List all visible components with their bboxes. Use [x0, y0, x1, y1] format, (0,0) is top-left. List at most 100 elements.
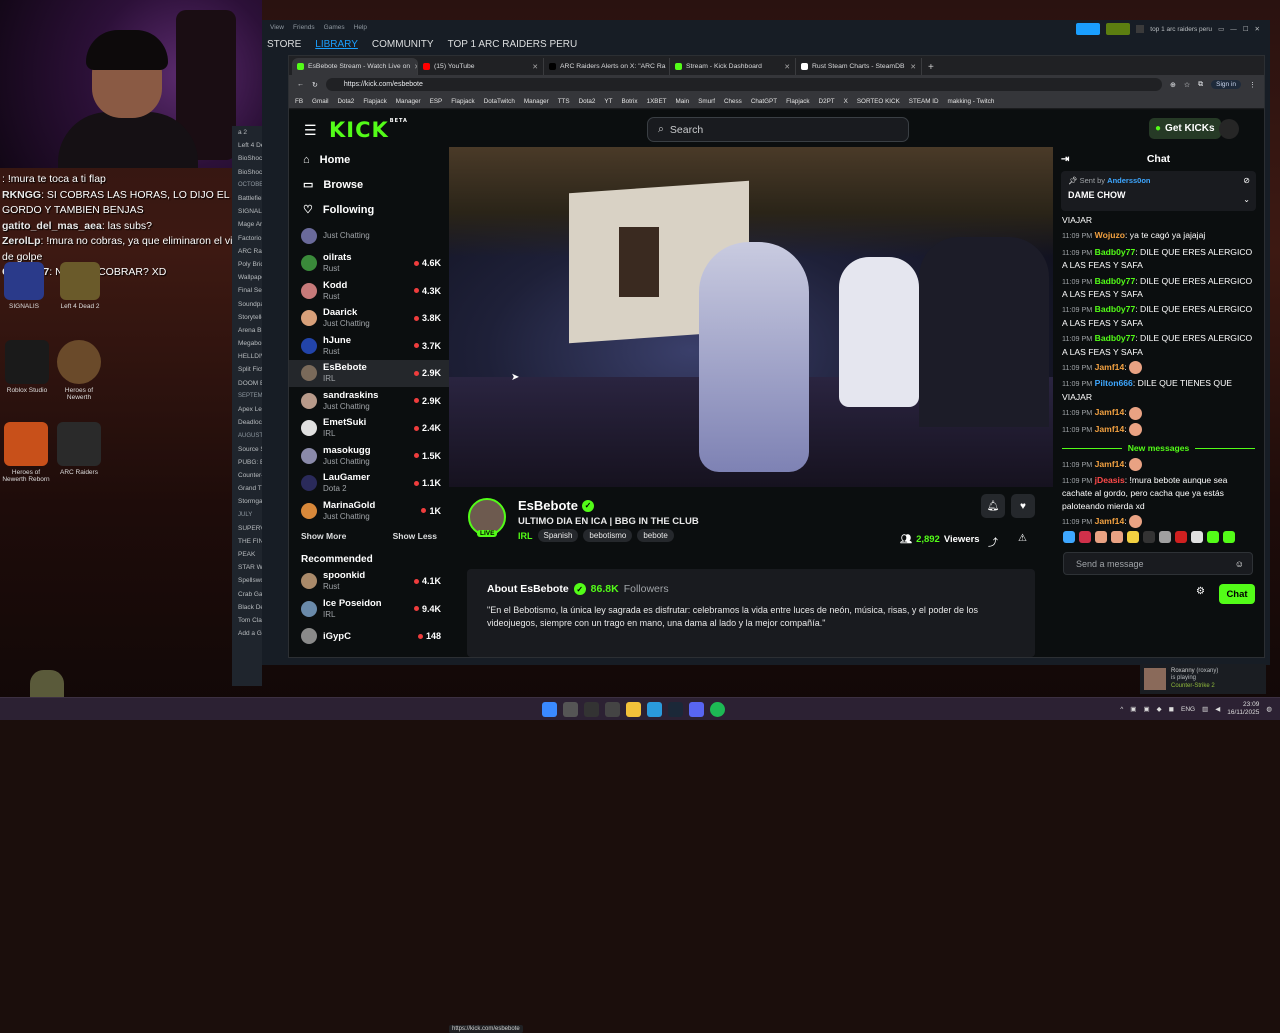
steam-min-icon[interactable]: —	[1230, 26, 1237, 33]
hamburger-menu-icon[interactable]: ☰	[304, 122, 317, 139]
message-username[interactable]: Jamf14	[1095, 424, 1125, 434]
library-game-item[interactable]: Split Fiction	[232, 363, 262, 376]
bookmark-item[interactable]: SORTEO KICK	[857, 98, 900, 105]
sidebar-channel[interactable]: DaarickJust Chatting3.8K	[289, 305, 449, 333]
chat-message[interactable]: 11:09 PM Jamf14:	[1062, 361, 1255, 374]
sidebar-channel[interactable]: EmetSukiIRL2.4K	[289, 415, 449, 443]
obs-icon[interactable]	[584, 702, 599, 717]
library-game-item[interactable]: Deadlock	[232, 416, 262, 429]
steam-notification-button[interactable]	[1106, 23, 1130, 35]
library-game-item[interactable]: Left 4 Dead 2	[232, 139, 262, 152]
stream-category[interactable]: IRL	[518, 531, 533, 541]
emote-icon[interactable]	[1191, 531, 1203, 543]
emote-icon[interactable]	[1159, 531, 1171, 543]
bookmark-item[interactable]: Manager	[524, 98, 549, 105]
report-icon[interactable]: ⚠	[1018, 533, 1027, 544]
show-less-button[interactable]: Show Less	[393, 531, 437, 541]
bookmark-item[interactable]: Dota2	[579, 98, 596, 105]
emote-icon[interactable]	[1127, 531, 1139, 543]
desktop-icon-roblox-studio[interactable]: Roblox Studio	[3, 340, 51, 394]
discord-icon[interactable]	[689, 702, 704, 717]
file-explorer-icon[interactable]	[626, 702, 641, 717]
bookmark-item[interactable]: Botrix	[621, 98, 637, 105]
library-game-item[interactable]: Storyteller	[232, 311, 262, 324]
chat-message[interactable]: 11:09 PM Pilton666: DILE QUE TIENES QUE …	[1062, 377, 1255, 403]
steam-user-label[interactable]: top 1 arc raiders peru	[1150, 26, 1212, 33]
emote-icon[interactable]	[1079, 531, 1091, 543]
message-username[interactable]: Wojuzo	[1095, 230, 1125, 240]
sidebar-channel[interactable]: oilratsRust4.6K	[289, 250, 449, 278]
library-game-item[interactable]: Apex Legen	[232, 403, 262, 416]
show-more-button[interactable]: Show More	[301, 531, 346, 541]
message-username[interactable]: Jamf14	[1095, 407, 1125, 417]
library-game-item[interactable]: Poly Bridge	[232, 258, 262, 271]
sidebar-channel[interactable]: masokuggJust Chatting1.5K	[289, 442, 449, 470]
steam-menu-games[interactable]: Games	[324, 24, 345, 31]
chevron-down-icon[interactable]: ⌄	[1243, 195, 1250, 204]
sign-in-button[interactable]: Sign in	[1211, 80, 1241, 89]
collapse-chat-icon[interactable]: ⇥	[1061, 154, 1069, 165]
bookmark-item[interactable]: 1XBET	[647, 98, 667, 105]
steam-max-icon[interactable]: ☐	[1243, 25, 1249, 33]
new-messages-divider[interactable]: New messages	[1062, 442, 1255, 454]
library-game-item[interactable]: Add a Game	[232, 627, 262, 640]
kick-logo[interactable]: KICKBETA	[329, 118, 408, 142]
library-game-item[interactable]: BioShock R	[232, 152, 262, 165]
library-game-item[interactable]: Tom Clancy	[232, 614, 262, 627]
emote-icon[interactable]	[1111, 531, 1123, 543]
library-game-item[interactable]: Megabonk	[232, 337, 262, 350]
message-username[interactable]: Badb0y77	[1095, 276, 1136, 286]
browser-tab[interactable]: (15) YouTube✕	[418, 58, 544, 75]
language-indicator[interactable]: ENG	[1181, 706, 1195, 713]
steam-nav-profile[interactable]: TOP 1 ARC RAIDERS PERU	[448, 39, 578, 50]
emote-icon[interactable]	[1175, 531, 1187, 543]
tag-chip[interactable]: bebote	[637, 529, 673, 542]
bookmark-item[interactable]: Flapjack	[451, 98, 474, 105]
chat-message[interactable]: 11:09 PM Jamf14:	[1062, 423, 1255, 436]
chat-message[interactable]: 11:09 PM Jamf14:	[1062, 406, 1255, 419]
bookmark-item[interactable]: ChatGPT	[751, 98, 777, 105]
bookmark-item[interactable]: Chess	[724, 98, 742, 105]
emote-icon[interactable]	[1095, 531, 1107, 543]
message-username[interactable]: Badb0y77	[1095, 247, 1136, 257]
chat-message[interactable]: VIAJAR	[1062, 214, 1255, 226]
browser-tab[interactable]: EsBebote Stream - Watch Live on✕	[292, 58, 418, 75]
tray-app-icon[interactable]: ▣	[1130, 705, 1136, 713]
sidebar-channel[interactable]: Ice PoseidonIRL9.4K	[289, 595, 449, 623]
get-kicks-button[interactable]: ● Get KICKs	[1149, 118, 1221, 139]
library-game-item[interactable]: DOOM Eter	[232, 377, 262, 390]
tag-chip[interactable]: bebotismo	[583, 529, 632, 542]
desktop-icon-signalis[interactable]: SIGNALIS	[0, 262, 48, 310]
library-game-item[interactable]: Crab Game	[232, 588, 262, 601]
sidebar-channel[interactable]: hJuneRust3.7K	[289, 332, 449, 360]
streamer-name[interactable]: EsBebote	[518, 498, 578, 513]
steam-menu-view[interactable]: View	[270, 24, 284, 31]
bookmark-item[interactable]: STEAM ID	[909, 98, 939, 105]
library-game-item[interactable]: Wallpaper E	[232, 271, 262, 284]
library-game-item[interactable]: Battlefield	[232, 192, 262, 205]
tag-chip[interactable]: Spanish	[538, 529, 579, 542]
library-game-item[interactable]: SIGNALIS	[232, 205, 262, 218]
library-game-item[interactable]: Counter-Str	[232, 469, 262, 482]
chat-message[interactable]: 11:09 PM jDeasis: !mura bebote aunque se…	[1062, 474, 1255, 512]
nav-browse[interactable]: ▭Browse	[289, 172, 449, 197]
app-icon[interactable]	[605, 702, 620, 717]
sidebar-channel[interactable]: spoonkidRust4.1K	[289, 568, 449, 596]
chat-settings-gear-icon[interactable]: ⚙	[1196, 586, 1205, 597]
library-game-item[interactable]: Soundpad	[232, 297, 262, 310]
message-username[interactable]: jDeasis	[1095, 475, 1125, 485]
bookmark-item[interactable]: Flapjack	[363, 98, 386, 105]
sidebar-channel[interactable]: LauGamerDota 21.1K	[289, 470, 449, 498]
bookmark-item[interactable]: Flapjack	[786, 98, 809, 105]
desktop-icon-heroes-of-newerth[interactable]: Heroes of Newerth	[55, 340, 103, 401]
steam-nav-library[interactable]: LIBRARY	[315, 39, 358, 50]
nav-following[interactable]: ♡Following	[289, 197, 449, 222]
extensions-icon[interactable]: ⧉	[1198, 81, 1203, 89]
message-username[interactable]: Badb0y77	[1095, 304, 1136, 314]
steam-menu-friends[interactable]: Friends	[293, 24, 315, 31]
sidebar-channel[interactable]: sandraskinsJust Chatting2.9K	[289, 387, 449, 415]
tray-chevron-icon[interactable]: ^	[1120, 706, 1123, 713]
library-game-item[interactable]: PEAK	[232, 548, 262, 561]
edge-icon[interactable]	[647, 702, 662, 717]
desktop-icon-left4dead2[interactable]: Left 4 Dead 2	[56, 262, 104, 310]
